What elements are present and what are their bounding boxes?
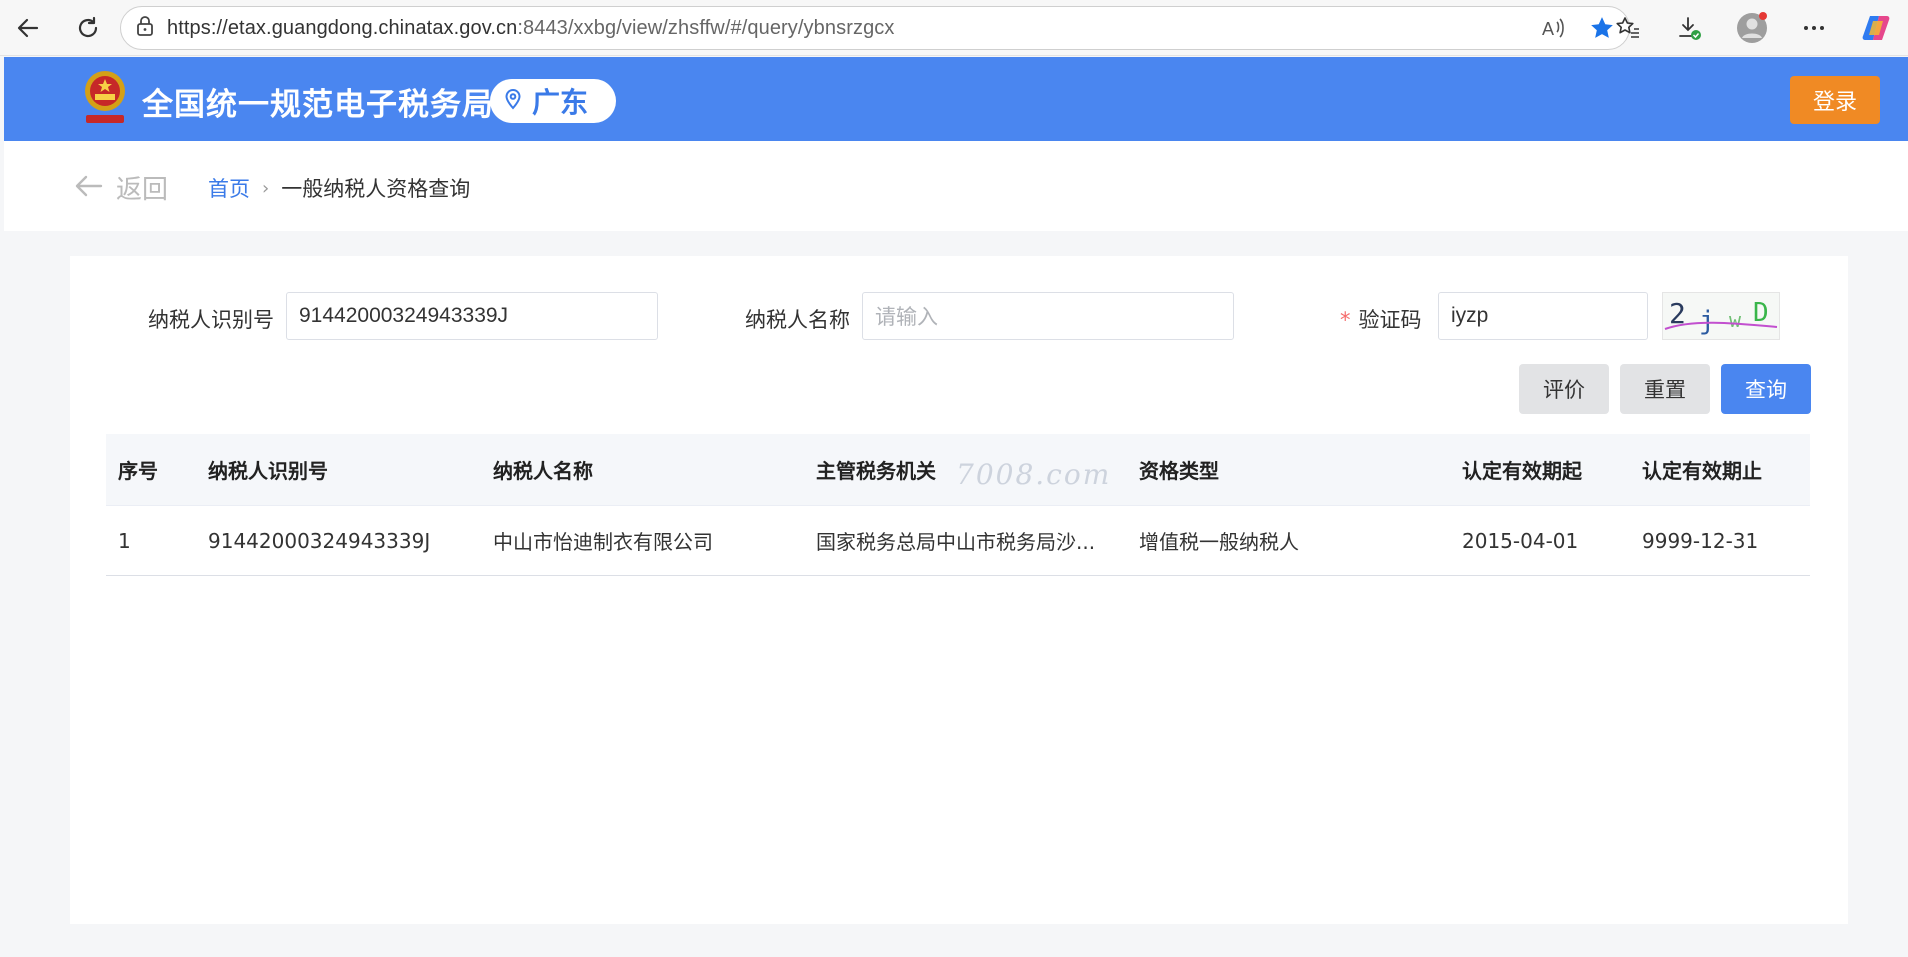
back-label: 返回	[116, 175, 169, 205]
captcha-input[interactable]: iyzp	[1438, 292, 1648, 340]
breadcrumb: 首页 › 一般纳税人资格查询	[208, 173, 470, 203]
captcha-char-2: j	[1699, 306, 1715, 336]
region-selector[interactable]: 广东	[490, 79, 616, 123]
copilot-icon[interactable]	[1856, 8, 1896, 48]
captcha-label-wrap: * 验证码	[1340, 304, 1422, 334]
query-card: 纳税人识别号 91442000324943339J 纳税人名称 请输入 * 验证码…	[70, 256, 1848, 924]
cell-valid-from: 2015-04-01	[1462, 528, 1579, 553]
column-header-index: 序号	[118, 459, 158, 483]
results-table: 序号 纳税人识别号 纳税人名称 主管税务机关 资格类型 认定有效期起 认定有效期…	[106, 434, 1810, 576]
breadcrumb-bar: 返回 首页 › 一般纳税人资格查询	[4, 141, 1908, 231]
national-emblem-icon[interactable]	[78, 67, 132, 129]
column-header-qualification-type: 资格类型	[1139, 459, 1219, 483]
column-header-taxpayer-id: 纳税人识别号	[208, 459, 328, 483]
cell-index: 1	[118, 528, 131, 553]
region-label: 广东	[532, 86, 589, 119]
login-button[interactable]: 登录	[1790, 76, 1880, 124]
url-text[interactable]: https://etax.guangdong.chinatax.gov.cn:8…	[167, 17, 895, 40]
table-header: 序号 纳税人识别号 纳税人名称 主管税务机关 资格类型 认定有效期起 认定有效期…	[106, 434, 1810, 506]
url-path: :8443/xxbg/view/zhsffw/#/query/ybnsrzgcx	[517, 16, 895, 39]
breadcrumb-current: 一般纳税人资格查询	[281, 177, 471, 201]
cell-taxpayer-id: 91442000324943339J	[208, 528, 431, 553]
column-header-tax-authority: 主管税务机关	[816, 459, 936, 483]
downloads-icon[interactable]	[1670, 8, 1710, 48]
address-bar[interactable]: https://etax.guangdong.chinatax.gov.cn:8…	[120, 6, 1630, 50]
captcha-label: 验证码	[1358, 308, 1422, 332]
required-mark: *	[1340, 308, 1351, 332]
reset-button[interactable]: 重置	[1620, 364, 1710, 414]
site-title: 全国统一规范电子税务局	[142, 87, 494, 123]
taxpayer-id-input[interactable]: 91442000324943339J	[286, 292, 658, 340]
site-header: 全国统一规范电子税务局 广东 登录	[4, 57, 1908, 141]
more-options-icon[interactable]	[1794, 8, 1834, 48]
column-header-valid-to: 认定有效期止	[1642, 459, 1762, 483]
table-row[interactable]: 1 91442000324943339J 中山市怡迪制衣有限公司 国家税务总局中…	[106, 506, 1810, 576]
captcha-image[interactable]: 2 j w D	[1662, 292, 1780, 340]
left-arrow-icon	[74, 174, 104, 202]
browser-toolbar: https://etax.guangdong.chinatax.gov.cn:8…	[0, 0, 1908, 56]
taxpayer-name-input[interactable]: 请输入	[862, 292, 1234, 340]
read-aloud-icon[interactable]: A	[1541, 16, 1567, 44]
svg-text:A: A	[1542, 19, 1554, 39]
query-button[interactable]: 查询	[1721, 364, 1811, 414]
cell-qualification-type: 增值税一般纳税人	[1139, 530, 1299, 554]
url-host: https://etax.guangdong.chinatax.gov.cn	[167, 16, 518, 39]
cell-taxpayer-name: 中山市怡迪制衣有限公司	[493, 530, 713, 554]
captcha-char-3: w	[1729, 308, 1742, 332]
taxpayer-id-label: 纳税人识别号	[148, 308, 274, 332]
taxpayer-name-label: 纳税人名称	[745, 308, 850, 332]
column-header-valid-from: 认定有效期起	[1462, 459, 1582, 483]
captcha-char-4: D	[1753, 298, 1769, 328]
profile-avatar-icon[interactable]	[1732, 8, 1772, 48]
breadcrumb-home-link[interactable]: 首页	[208, 173, 250, 203]
column-header-taxpayer-name: 纳税人名称	[493, 459, 593, 483]
back-arrow-icon[interactable]	[8, 8, 48, 48]
favorites-icon[interactable]	[1608, 8, 1648, 48]
location-pin-icon	[504, 88, 522, 114]
evaluate-button[interactable]: 评价	[1519, 364, 1609, 414]
cell-valid-to: 9999-12-31	[1642, 528, 1759, 553]
lock-icon[interactable]	[135, 15, 155, 41]
refresh-icon[interactable]	[68, 8, 108, 48]
cell-tax-authority: 国家税务总局中山市税务局沙...	[816, 530, 1096, 554]
back-button[interactable]: 返回	[74, 169, 168, 206]
chevron-right-icon: ›	[262, 177, 270, 199]
